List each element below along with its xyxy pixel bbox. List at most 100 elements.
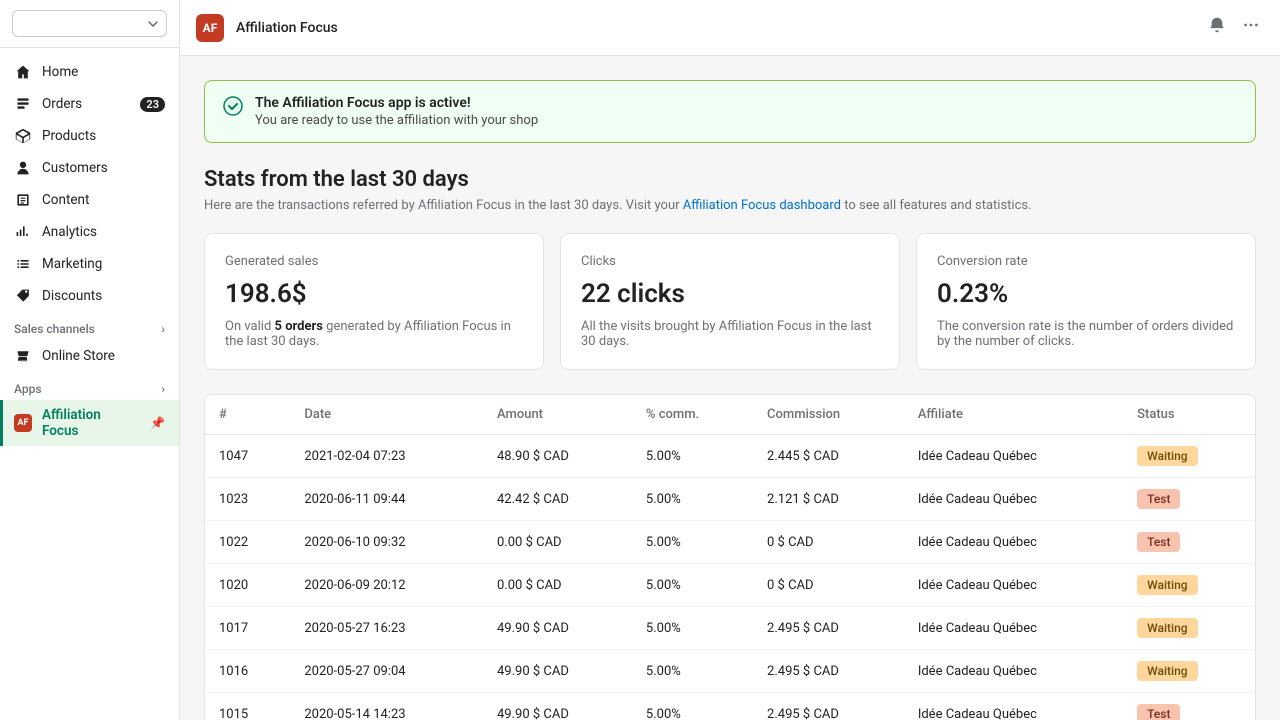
table-row: 1017 2020-05-27 16:23 49.90 $ CAD 5.00% … [205,607,1255,650]
cell-id: 1015 [205,693,290,720]
cell-affiliate: Idée Cadeau Québec [904,521,1123,564]
affiliation-focus-logo: AF [14,414,32,432]
sidebar-item-content[interactable]: Content [0,184,179,216]
notification-bell-button[interactable] [1204,12,1230,43]
sales-channels-chevron[interactable]: › [161,322,165,336]
sidebar-label-online-store: Online Store [42,348,115,364]
cell-status: Waiting [1123,564,1255,607]
cell-affiliate: Idée Cadeau Québec [904,564,1123,607]
cell-amount: 0.00 $ CAD [483,564,632,607]
cell-commission: 2.121 $ CAD [753,478,904,521]
status-badge: Test [1137,489,1180,509]
stat-label-sales: Generated sales [225,254,523,269]
sidebar-item-analytics[interactable]: Analytics [0,216,179,248]
status-badge: Test [1137,532,1180,552]
app-title: Affiliation Focus [236,20,338,36]
cell-id: 1017 [205,607,290,650]
cell-affiliate: Idée Cadeau Québec [904,478,1123,521]
alert-check-icon [223,96,243,121]
sidebar-item-marketing[interactable]: Marketing [0,248,179,280]
col-header-date: Date [290,395,483,435]
cell-status: Test [1123,521,1255,564]
cell-amount: 49.90 $ CAD [483,693,632,720]
products-icon [14,127,32,145]
orders-badge: 23 [140,97,165,112]
apps-chevron[interactable]: › [161,382,165,396]
cell-amount: 49.90 $ CAD [483,650,632,693]
cell-amount: 42.42 $ CAD [483,478,632,521]
sidebar-item-products[interactable]: Products [0,120,179,152]
cell-date: 2020-05-14 14:23 [290,693,483,720]
sidebar-item-orders[interactable]: Orders 23 [0,88,179,120]
sidebar-label-content: Content [42,192,89,208]
sales-channels-label: Sales channels [14,322,95,336]
col-header-affiliate: Affiliate [904,395,1123,435]
sidebar-label-marketing: Marketing [42,256,102,272]
stat-value-conversion: 0.23% [937,279,1235,309]
cell-id: 1020 [205,564,290,607]
sidebar-item-online-store[interactable]: Online Store [0,340,179,372]
cell-date: 2020-06-10 09:32 [290,521,483,564]
stat-card-clicks: Clicks 22 clicks All the visits brought … [560,233,900,370]
topbar: AF Affiliation Focus [180,0,1280,56]
cell-date: 2021-02-04 07:23 [290,435,483,478]
pin-icon[interactable]: 📌 [150,416,165,430]
stat-desc-conversion: The conversion rate is the number of ord… [937,319,1235,349]
sidebar: Home Orders 23 Products Customers [0,0,180,720]
sidebar-label-discounts: Discounts [42,288,102,304]
sidebar-item-discounts[interactable]: Discounts [0,280,179,312]
alert-text: The Affiliation Focus app is active! You… [255,95,538,128]
cell-date: 2020-05-27 09:04 [290,650,483,693]
sidebar-label-home: Home [42,64,78,80]
cell-amount: 0.00 $ CAD [483,521,632,564]
app-logo: AF [196,14,224,42]
store-dropdown[interactable] [12,10,167,37]
cell-date: 2020-06-11 09:44 [290,478,483,521]
sales-channels-section: Sales channels › [0,312,179,340]
sidebar-item-customers[interactable]: Customers [0,152,179,184]
transactions-table: # Date Amount % comm. Commission Affilia… [205,395,1255,720]
table-row: 1015 2020-05-14 14:23 49.90 $ CAD 5.00% … [205,693,1255,720]
sidebar-label-analytics: Analytics [42,224,97,240]
dashboard-link[interactable]: Affiliation Focus dashboard [683,198,841,213]
stat-value-sales: 198.6$ [225,279,523,309]
cell-comm-pct: 5.00% [632,521,753,564]
table-row: 1022 2020-06-10 09:32 0.00 $ CAD 5.00% 0… [205,521,1255,564]
cell-status: Waiting [1123,607,1255,650]
col-header-amount: Amount [483,395,632,435]
cell-comm-pct: 5.00% [632,478,753,521]
topbar-actions [1204,12,1264,43]
cell-id: 1047 [205,435,290,478]
sidebar-item-home[interactable]: Home [0,56,179,88]
status-badge: Waiting [1137,618,1197,638]
cell-commission: 2.495 $ CAD [753,650,904,693]
cell-amount: 48.90 $ CAD [483,435,632,478]
status-badge: Waiting [1137,575,1197,595]
analytics-icon [14,223,32,241]
table-header: # Date Amount % comm. Commission Affilia… [205,395,1255,435]
cell-commission: 2.445 $ CAD [753,435,904,478]
cell-comm-pct: 5.00% [632,693,753,720]
cell-status: Waiting [1123,650,1255,693]
store-selector[interactable] [0,0,179,48]
cell-affiliate: Idée Cadeau Québec [904,435,1123,478]
col-header-commission: Commission [753,395,904,435]
sidebar-item-affiliation-focus[interactable]: AF Affiliation Focus 📌 [0,400,179,446]
stats-section-title: Stats from the last 30 days [204,167,1256,192]
cell-comm-pct: 5.00% [632,650,753,693]
stat-label-conversion: Conversion rate [937,254,1235,269]
discounts-icon [14,287,32,305]
table-row: 1020 2020-06-09 20:12 0.00 $ CAD 5.00% 0… [205,564,1255,607]
cell-commission: 0 $ CAD [753,521,904,564]
sidebar-label-affiliation-focus: Affiliation Focus [42,407,140,439]
cell-amount: 49.90 $ CAD [483,607,632,650]
cell-comm-pct: 5.00% [632,607,753,650]
cell-affiliate: Idée Cadeau Québec [904,650,1123,693]
stat-desc-clicks: All the visits brought by Affiliation Fo… [581,319,879,349]
customers-icon [14,159,32,177]
stat-card-sales: Generated sales 198.6$ On valid 5 orders… [204,233,544,370]
online-store-icon [14,347,32,365]
table-body: 1047 2021-02-04 07:23 48.90 $ CAD 5.00% … [205,435,1255,720]
more-options-button[interactable] [1238,12,1264,43]
cell-affiliate: Idée Cadeau Québec [904,607,1123,650]
